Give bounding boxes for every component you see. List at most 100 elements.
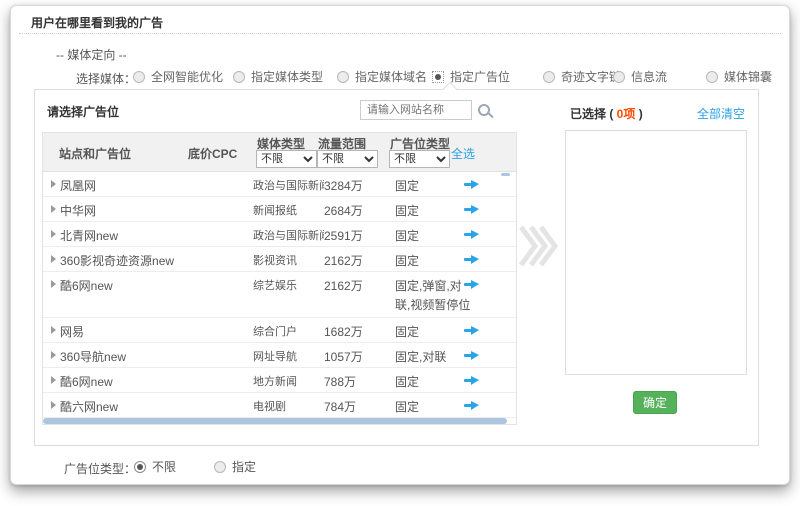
- table-row[interactable]: 网易 综合门户 1682万 固定: [43, 318, 516, 343]
- slot-type-cell: 固定: [395, 204, 420, 218]
- add-placement-arrow-icon[interactable]: [464, 180, 479, 189]
- media-option-label: 全网智能优化: [151, 70, 224, 84]
- add-placement-arrow-icon[interactable]: [464, 326, 479, 335]
- media-option-label: 信息流: [631, 70, 668, 84]
- expand-caret-icon[interactable]: [51, 376, 56, 384]
- site-name: 北青网new: [60, 229, 119, 243]
- slot-type-cell: 固定,对联: [395, 350, 447, 364]
- selected-panel-title: 已选择 ( 0项 ): [570, 105, 643, 122]
- expand-caret-icon[interactable]: [51, 351, 56, 359]
- expand-caret-icon[interactable]: [51, 205, 56, 213]
- media-type-cell: 电视剧: [253, 401, 286, 413]
- clear-all-link[interactable]: 全部清空: [697, 105, 745, 122]
- selected-title-suffix: ): [635, 107, 643, 121]
- placement-table-body: 凤凰网 政治与国际新闻 3284万 固定 中华网 新闻报纸 2684万 固定 北青网new 政治与…: [43, 172, 516, 418]
- selected-title-prefix: 已选择 (: [570, 107, 617, 121]
- media-option-1[interactable]: 指定媒体类型: [233, 68, 323, 85]
- placement-picker-panel: 请选择广告位 站点和广告位 底价CPC 媒体类型 流量范围 广告位类型 全选 不…: [34, 81, 759, 446]
- placement-table: 站点和广告位 底价CPC 媒体类型 流量范围 广告位类型 全选 不限 不限 不限 凤…: [42, 132, 517, 425]
- add-placement-arrow-icon[interactable]: [464, 351, 479, 360]
- add-placement-arrow-icon[interactable]: [464, 205, 479, 214]
- site-name: 网易: [60, 325, 85, 339]
- traffic-cell: 788万: [324, 373, 357, 390]
- slot-type-cell: 固定: [395, 375, 420, 389]
- table-row[interactable]: 360影视奇迹资源new 影视资讯 2162万 固定: [43, 247, 516, 272]
- expand-caret-icon[interactable]: [51, 326, 56, 334]
- media-type-cell: 政治与国际新闻: [253, 180, 330, 192]
- media-type-cell: 新闻报纸: [253, 205, 297, 217]
- traffic-cell: 784万: [324, 398, 357, 415]
- table-row[interactable]: 360导航new 网址导航 1057万 固定,对联: [43, 343, 516, 368]
- media-type-cell: 影视资讯: [253, 255, 297, 267]
- media-option-6[interactable]: 媒体锦囊: [706, 68, 772, 85]
- radio-icon: [214, 460, 226, 473]
- slot-type-cell: 固定: [395, 254, 420, 268]
- slot-type-cell: 固定: [395, 229, 420, 243]
- selected-count-badge: 0项: [616, 107, 636, 121]
- media-select-label: 选择媒体：: [76, 72, 137, 86]
- slot-type-cell: 固定: [395, 179, 420, 193]
- add-placement-arrow-icon[interactable]: [464, 230, 479, 239]
- media-option-2[interactable]: 指定媒体域名: [337, 68, 427, 85]
- table-row[interactable]: 凤凰网 政治与国际新闻 3284万 固定: [43, 172, 516, 197]
- select-all-link[interactable]: 全选: [451, 145, 475, 162]
- table-row[interactable]: 酷六网new 电视剧 784万 固定: [43, 393, 516, 418]
- media-radio-row: 选择媒体： 全网智能优化 指定媒体类型 指定媒体域名 指定广告位 奇迹文字链 信息流 媒体锦…: [11, 68, 789, 88]
- slot-type-option-0[interactable]: 不限: [134, 458, 176, 475]
- expand-caret-icon[interactable]: [51, 180, 56, 188]
- search-input[interactable]: [360, 100, 472, 120]
- media-option-label: 媒体锦囊: [724, 70, 773, 84]
- filter-select-0[interactable]: 不限: [256, 150, 317, 168]
- media-option-label: 奇迹文字链: [561, 70, 622, 84]
- site-name: 凤凰网: [60, 179, 97, 193]
- column-header-site: 站点和广告位: [59, 147, 132, 161]
- media-option-3[interactable]: 指定广告位: [432, 68, 510, 85]
- expand-caret-icon[interactable]: [51, 280, 56, 288]
- media-type-cell: 综合门户: [253, 326, 297, 338]
- targeting-card: 用户在哪里看到我的广告 -- 媒体定向 -- 选择媒体： 全网智能优化 指定媒体类…: [10, 5, 790, 485]
- site-name: 中华网: [60, 204, 97, 218]
- slot-type-option-label: 不限: [152, 460, 177, 474]
- horizontal-scrollbar[interactable]: [43, 418, 507, 424]
- media-option-label: 指定媒体域名: [355, 70, 428, 84]
- slot-type-option-1[interactable]: 指定: [214, 458, 256, 475]
- search-icon[interactable]: [478, 104, 490, 116]
- table-row[interactable]: 中华网 新闻报纸 2684万 固定: [43, 197, 516, 222]
- radio-icon: [613, 70, 625, 83]
- add-placement-arrow-icon[interactable]: [464, 376, 479, 385]
- traffic-cell: 3284万: [324, 177, 363, 194]
- table-row[interactable]: 北青网new 政治与国际新闻 2591万 固定: [43, 222, 516, 247]
- page-title: 用户在哪里看到我的广告: [31, 16, 164, 30]
- site-name: 酷6网new: [60, 279, 113, 293]
- traffic-cell: 2684万: [324, 202, 363, 219]
- media-option-4[interactable]: 奇迹文字链: [543, 68, 621, 85]
- confirm-button[interactable]: 确定: [633, 391, 677, 414]
- filter-select-1[interactable]: 不限: [317, 150, 378, 168]
- expand-caret-icon[interactable]: [51, 230, 56, 238]
- media-type-cell: 政治与国际新闻: [253, 230, 330, 242]
- radio-icon: [134, 460, 146, 473]
- media-option-0[interactable]: 全网智能优化: [133, 68, 223, 85]
- site-name: 酷六网new: [60, 400, 119, 414]
- slot-type-radio-row: 广告位类型： 不限 指定: [11, 458, 789, 478]
- filter-select-2[interactable]: 不限: [389, 150, 450, 168]
- expand-caret-icon[interactable]: [51, 255, 56, 263]
- expand-caret-icon[interactable]: [51, 401, 56, 409]
- media-option-5[interactable]: 信息流: [613, 68, 667, 85]
- table-row[interactable]: 酷6网new 地方新闻 788万 固定: [43, 368, 516, 393]
- radio-icon: [706, 70, 718, 83]
- selected-items-box: [565, 130, 747, 375]
- radio-icon: [337, 70, 349, 83]
- traffic-cell: 2162万: [324, 252, 363, 269]
- add-placement-arrow-icon[interactable]: [464, 401, 479, 410]
- add-placement-arrow-icon[interactable]: [464, 280, 479, 289]
- site-name: 360导航new: [60, 350, 127, 364]
- vertical-scrollbar-thumb[interactable]: [501, 173, 510, 176]
- traffic-cell: 2162万: [324, 277, 363, 294]
- column-header-cpc: 底价CPC: [188, 147, 238, 161]
- media-targeting-section-label: -- 媒体定向 --: [56, 48, 127, 62]
- placement-panel-title: 请选择广告位: [47, 105, 120, 119]
- add-placement-arrow-icon[interactable]: [464, 255, 479, 264]
- table-row[interactable]: 酷6网new 综艺娱乐 2162万 固定,弹窗,对联,视频暂停位: [43, 272, 516, 318]
- media-type-cell: 网址导航: [253, 351, 297, 363]
